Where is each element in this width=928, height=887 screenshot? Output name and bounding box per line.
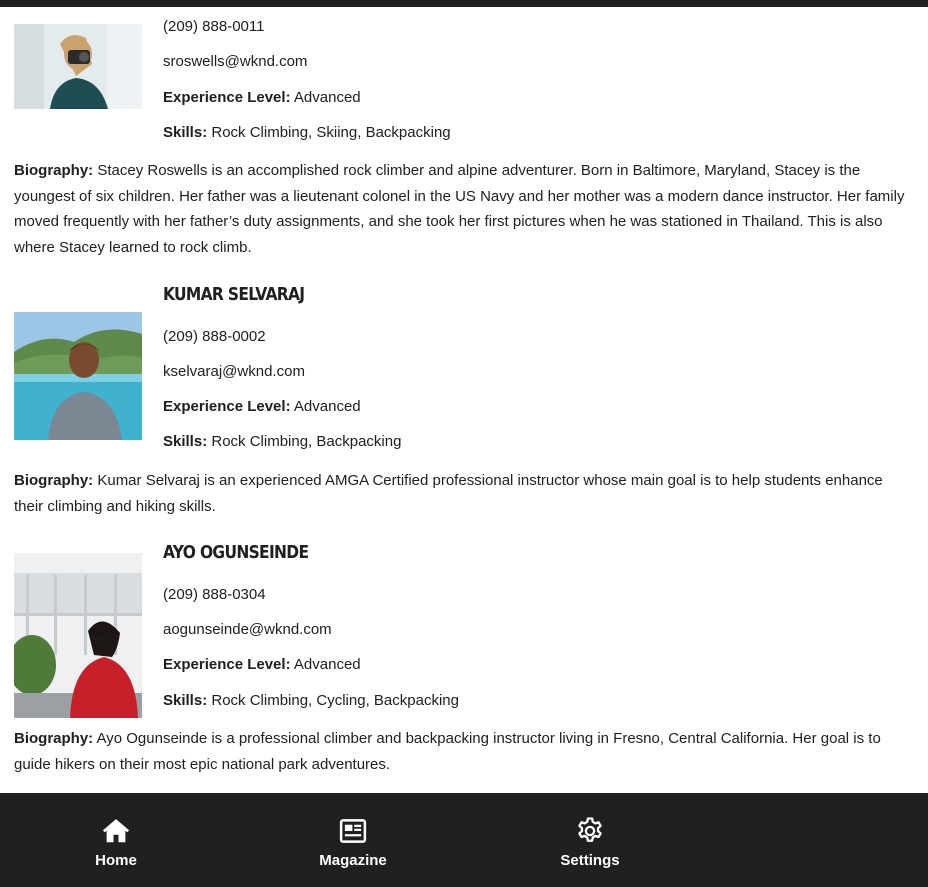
bottom-navigation: Home Magazine Settings — [0, 793, 928, 887]
skills: Skills: Rock Climbing, Backpacking — [163, 433, 401, 451]
biography-label: Biography: — [14, 472, 94, 489]
experience-level: Experience Level: Advanced — [163, 398, 361, 416]
phone-number: (209) 888-0011 — [163, 18, 265, 35]
skills-label: Skills: — [163, 433, 208, 450]
experience-value: Advanced — [293, 656, 361, 673]
biography: Biography: Kumar Selvaraj is an experien… — [14, 468, 914, 519]
phone-number: (209) 888-0002 — [163, 328, 266, 345]
biography: Biography: Ayo Ogunseinde is a professio… — [14, 726, 914, 777]
home-icon — [102, 819, 130, 843]
newspaper-icon — [339, 819, 367, 843]
nav-item-magazine[interactable]: Magazine — [293, 816, 413, 869]
nav-item-settings[interactable]: Settings — [530, 816, 650, 869]
experience-value: Advanced — [293, 398, 361, 415]
skills-value: Rock Climbing, Cycling, Backpacking — [211, 692, 459, 709]
skills-label: Skills: — [163, 124, 208, 141]
top-bar — [0, 0, 928, 7]
nav-label-magazine: Magazine — [319, 852, 387, 869]
experience-level: Experience Level: Advanced — [163, 656, 361, 674]
biography-label: Biography: — [14, 162, 94, 179]
phone-number: (209) 888-0304 — [163, 586, 266, 603]
email-address: aogunseinde@wknd.com — [163, 621, 332, 638]
person-photo — [14, 312, 142, 440]
experience-label: Experience Level: — [163, 398, 291, 415]
adventurer-list[interactable]: (209) 888-0011 sroswells@wknd.com Experi… — [0, 7, 928, 793]
person-photo — [14, 553, 142, 718]
person-name: Kumar Selvaraj — [163, 284, 305, 305]
nav-label-home: Home — [95, 852, 137, 869]
email-address: kselvaraj@wknd.com — [163, 363, 305, 380]
skills-label: Skills: — [163, 692, 208, 709]
biography-text: Ayo Ogunseinde is a professional climber… — [14, 730, 881, 773]
person-photo — [14, 24, 142, 109]
experience-value: Advanced — [293, 89, 361, 106]
skills: Skills: Rock Climbing, Cycling, Backpack… — [163, 692, 459, 710]
nav-item-home[interactable]: Home — [56, 816, 176, 869]
biography-text: Stacey Roswells is an accomplished rock … — [14, 162, 905, 256]
skills-value: Rock Climbing, Skiing, Backpacking — [211, 124, 451, 141]
gear-icon — [578, 817, 602, 842]
biography-text: Kumar Selvaraj is an experienced AMGA Ce… — [14, 472, 883, 515]
person-name: Ayo Ogunseinde — [163, 542, 309, 563]
nav-label-settings: Settings — [560, 852, 620, 869]
skills-value: Rock Climbing, Backpacking — [211, 433, 402, 450]
biography: Biography: Stacey Roswells is an accompl… — [14, 158, 914, 260]
skills: Skills: Rock Climbing, Skiing, Backpacki… — [163, 124, 451, 142]
email-address: sroswells@wknd.com — [163, 53, 308, 70]
biography-label: Biography: — [14, 730, 94, 747]
experience-label: Experience Level: — [163, 656, 291, 673]
experience-label: Experience Level: — [163, 89, 291, 106]
experience-level: Experience Level: Advanced — [163, 89, 361, 107]
